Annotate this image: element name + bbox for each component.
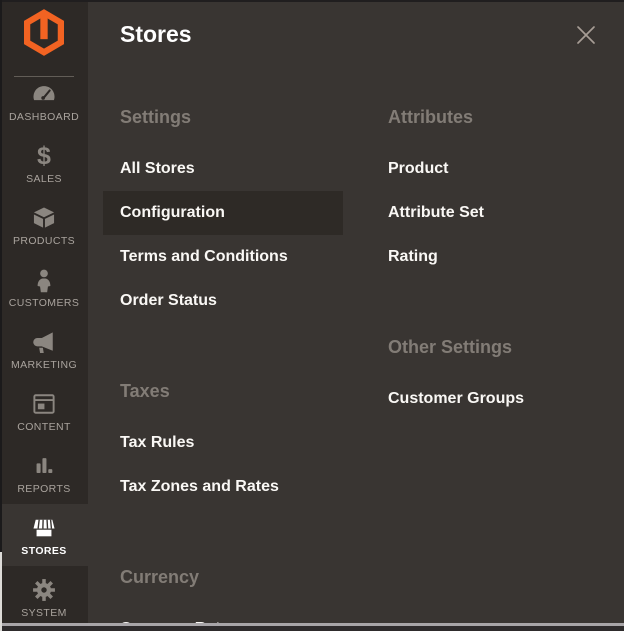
- menu-item-configuration[interactable]: Configuration: [103, 191, 343, 235]
- menu-item-rating[interactable]: Rating: [371, 235, 611, 279]
- section-settings: Settings All Stores Configuration Terms …: [103, 95, 343, 323]
- top-edge: [0, 0, 624, 2]
- sidebar-item-label: STORES: [21, 545, 66, 557]
- left-edge-page-sliver: [0, 552, 2, 631]
- menu-item-all-stores[interactable]: All Stores: [103, 147, 343, 191]
- dollar-icon: $: [30, 142, 58, 170]
- section-heading: Attributes: [371, 95, 611, 139]
- sidebar-item-label: CUSTOMERS: [9, 297, 80, 309]
- sidebar-item-content[interactable]: CONTENT: [0, 380, 88, 442]
- section-heading: Other Settings: [371, 325, 611, 369]
- menu-item-tax-rules[interactable]: Tax Rules: [103, 421, 343, 465]
- section-heading: Settings: [103, 95, 343, 139]
- sidebar-item-label: SYSTEM: [21, 607, 67, 619]
- close-icon[interactable]: [575, 24, 597, 46]
- layout-icon: [30, 390, 58, 418]
- left-edge: [0, 0, 2, 552]
- flyout-column-left: Settings All Stores Configuration Terms …: [103, 95, 343, 631]
- menu-item-order-status[interactable]: Order Status: [103, 279, 343, 323]
- sidebar-item-label: DASHBOARD: [9, 111, 79, 123]
- sidebar-item-label: MARKETING: [11, 359, 77, 371]
- menu-item-tax-zones-and-rates[interactable]: Tax Zones and Rates: [103, 465, 343, 509]
- sidebar-item-label: REPORTS: [17, 483, 70, 495]
- box-icon: [30, 204, 58, 232]
- sidebar-item-reports[interactable]: REPORTS: [0, 442, 88, 504]
- sidebar-item-sales[interactable]: $ SALES: [0, 132, 88, 194]
- sidebar-item-system[interactable]: SYSTEM: [0, 566, 88, 628]
- sidebar-item-label: PRODUCTS: [13, 235, 75, 247]
- menu-item-customer-groups[interactable]: Customer Groups: [371, 377, 611, 421]
- person-icon: [30, 266, 58, 294]
- sidebar-item-marketing[interactable]: MARKETING: [0, 318, 88, 380]
- menu-item-terms-and-conditions[interactable]: Terms and Conditions: [103, 235, 343, 279]
- magento-logo[interactable]: [24, 9, 64, 56]
- sidebar-item-label: SALES: [26, 173, 62, 185]
- section-taxes: Taxes Tax Rules Tax Zones and Rates: [103, 369, 343, 509]
- section-heading: Currency: [103, 555, 343, 599]
- sidebar-item-label: CONTENT: [17, 421, 71, 433]
- sidebar-nav: DASHBOARD $ SALES PRODUCTS CUSTOMERS: [0, 70, 88, 628]
- sidebar-item-customers[interactable]: CUSTOMERS: [0, 256, 88, 318]
- menu-item-attribute-set[interactable]: Attribute Set: [371, 191, 611, 235]
- sidebar-item-products[interactable]: PRODUCTS: [0, 194, 88, 256]
- megaphone-icon: [30, 328, 58, 356]
- section-attributes: Attributes Product Attribute Set Rating: [371, 95, 611, 279]
- bar-chart-icon: [30, 452, 58, 480]
- section-heading: Taxes: [103, 369, 343, 413]
- bottom-edge: [0, 626, 624, 631]
- stores-flyout-menu: Stores Settings All Stores Configuration…: [88, 0, 624, 631]
- gear-icon: [30, 576, 58, 604]
- sidebar: DASHBOARD $ SALES PRODUCTS CUSTOMERS: [0, 0, 88, 631]
- flyout-column-right: Attributes Product Attribute Set Rating …: [371, 95, 611, 467]
- flyout-title: Stores: [120, 21, 192, 48]
- gauge-icon: [30, 80, 58, 108]
- sidebar-item-stores[interactable]: STORES: [0, 504, 88, 566]
- storefront-icon: [30, 514, 58, 542]
- magento-admin-stores-menu: DASHBOARD $ SALES PRODUCTS CUSTOMERS: [0, 0, 624, 631]
- section-currency: Currency Currency Rates: [103, 555, 343, 631]
- section-other-settings: Other Settings Customer Groups: [371, 325, 611, 421]
- menu-item-product[interactable]: Product: [371, 147, 611, 191]
- sidebar-item-dashboard[interactable]: DASHBOARD: [0, 70, 88, 132]
- magento-logo-icon: [24, 9, 64, 56]
